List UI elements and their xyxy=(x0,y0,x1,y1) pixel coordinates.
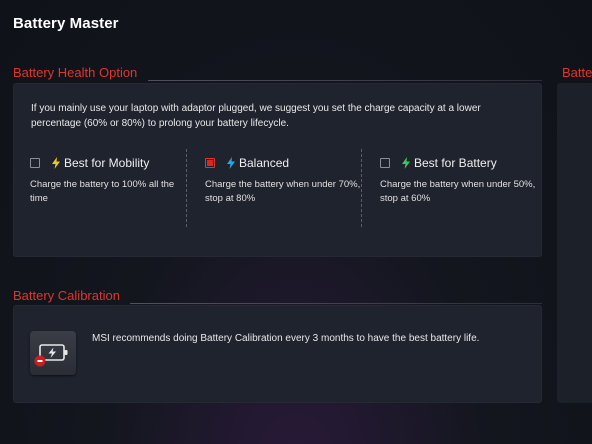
app-title: Battery Master xyxy=(13,15,119,32)
mobility-checkbox[interactable] xyxy=(30,158,40,168)
mobility-label: Best for Mobility xyxy=(64,156,150,170)
battery-calibration-button[interactable] xyxy=(30,331,76,375)
health-intro-text: If you mainly use your laptop with adapt… xyxy=(31,103,481,129)
battery-desc: Charge the battery when under 50%, stop … xyxy=(380,179,536,204)
option-best-for-mobility[interactable]: Best for Mobility Charge the battery to … xyxy=(30,155,190,206)
health-section-title: Battery Health Option xyxy=(13,65,138,80)
lightning-yellow-icon xyxy=(52,157,60,169)
calibration-section-title: Battery Calibration xyxy=(13,288,120,303)
partial-card xyxy=(557,83,592,403)
calibration-card: MSI recommends doing Battery Calibration… xyxy=(13,305,542,403)
option-divider xyxy=(186,149,187,227)
battery-checkbox[interactable] xyxy=(380,158,390,168)
option-divider xyxy=(361,149,362,227)
balanced-desc: Charge the battery when under 70%, stop … xyxy=(205,179,361,204)
calibration-text: MSI recommends doing Battery Calibration… xyxy=(92,333,480,344)
balanced-checkbox[interactable] xyxy=(205,158,215,168)
health-section-divider xyxy=(148,80,542,81)
partial-section-title: Batte xyxy=(562,65,592,80)
option-balanced[interactable]: Balanced Charge the battery when under 7… xyxy=(205,155,365,206)
lightning-blue-icon xyxy=(227,157,235,169)
mobility-desc: Charge the battery to 100% all the time xyxy=(30,179,175,204)
balanced-label: Balanced xyxy=(239,156,290,170)
health-card: If you mainly use your laptop with adapt… xyxy=(13,83,542,257)
lightning-green-icon xyxy=(402,157,410,169)
battery-calibration-icon xyxy=(34,344,68,367)
option-best-for-battery[interactable]: Best for Battery Charge the battery when… xyxy=(380,155,540,206)
battery-label: Best for Battery xyxy=(414,156,497,170)
calibration-section-divider xyxy=(130,303,542,304)
